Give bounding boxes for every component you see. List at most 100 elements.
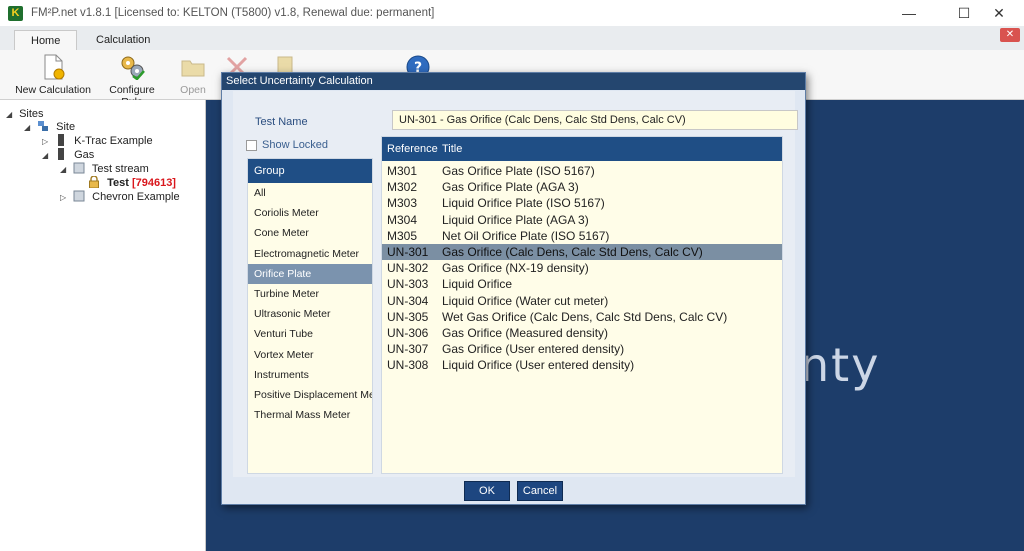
group-item[interactable]: Orifice Plate: [248, 263, 372, 284]
show-locked-option[interactable]: Show Locked: [246, 139, 328, 151]
column-reference[interactable]: Reference: [387, 137, 438, 161]
window-title: FM²P.net v1.8.1 [Licensed to: KELTON (T5…: [31, 7, 435, 19]
expand-toggle-icon[interactable]: ◢: [42, 149, 52, 163]
group-item[interactable]: Coriolis Meter: [248, 203, 372, 223]
new-calculation-button[interactable]: New Calculation: [14, 54, 92, 96]
new-calculation-label: New Calculation: [15, 84, 91, 96]
row-reference: UN-308: [387, 358, 429, 373]
table-row[interactable]: UN-301 Gas Orifice (Calc Dens, Calc Std D…: [382, 244, 782, 260]
new-document-icon: [40, 54, 66, 80]
table-row[interactable]: UN-308 Liquid Orifice (User entered densi…: [382, 357, 782, 373]
row-reference: UN-302: [387, 261, 429, 276]
table-row[interactable]: UN-302 Gas Orifice (NX-19 density): [382, 260, 782, 276]
table-row[interactable]: UN-307 Gas Orifice (User entered density): [382, 341, 782, 357]
row-reference: UN-305: [387, 309, 429, 324]
gears-icon: [119, 54, 145, 81]
table-header: Reference Title: [382, 137, 782, 161]
row-reference: UN-306: [387, 326, 429, 340]
row-reference: M301: [387, 164, 418, 178]
title-bar: K FM²P.net v1.8.1 [Licensed to: KELTON (…: [0, 0, 1024, 26]
group-header: Group: [248, 159, 372, 183]
row-reference: M305: [387, 228, 418, 243]
table-row[interactable]: M302 Gas Orifice Plate (AGA 3): [382, 179, 782, 195]
table-row[interactable]: M305 Net Oil Orifice Plate (ISO 5167): [382, 228, 782, 244]
site-tree-panel: ◢ Sites ◢ Site ▷ K-Trac Example ◢ Gas ◢ …: [0, 100, 206, 551]
tree-label-test-stream: Test stream: [91, 163, 149, 175]
expand-toggle-icon[interactable]: ◢: [60, 163, 70, 177]
cancel-button[interactable]: Cancel: [517, 481, 563, 501]
document-close-button[interactable]: ✕: [1000, 28, 1020, 42]
group-item[interactable]: Cone Meter: [248, 223, 372, 243]
tree-label-test: Test: [107, 177, 129, 189]
tree-node-gas[interactable]: ◢ Gas: [42, 148, 94, 162]
open-label: Open: [180, 84, 206, 96]
tree-node-sites[interactable]: ◢ Sites: [6, 107, 44, 121]
ribbon-tabs: Home Calculation ✕: [0, 26, 1024, 50]
meter-icon: [55, 134, 67, 146]
open-button[interactable]: Open: [176, 54, 210, 96]
row-title: Wet Gas Orifice (Calc Dens, Calc Std Den…: [442, 309, 728, 324]
group-item[interactable]: Thermal Mass Meter: [248, 405, 372, 425]
folder-icon: [180, 54, 206, 80]
group-list: Group All Coriolis Meter Cone Meter Electro…: [247, 158, 373, 474]
group-item[interactable]: Vortex Meter: [248, 345, 372, 365]
table-row[interactable]: M303 Liquid Orifice Plate (ISO 5167): [382, 195, 782, 211]
collapse-toggle-icon[interactable]: ▷: [60, 191, 70, 205]
row-title: Liquid Orifice Plate (AGA 3): [442, 212, 589, 227]
stream-icon: [73, 190, 85, 202]
row-reference: UN-307: [387, 342, 429, 357]
row-title: Liquid Orifice: [442, 277, 513, 292]
table-row[interactable]: M301 Gas Orifice Plate (ISO 5167): [382, 163, 782, 179]
show-locked-checkbox[interactable]: [246, 139, 257, 151]
group-item[interactable]: Ultrasonic Meter: [248, 304, 372, 324]
collapse-toggle-icon[interactable]: ▷: [42, 135, 52, 149]
tree-label-gas: Gas: [74, 149, 95, 161]
tab-calculation[interactable]: Calculation: [80, 30, 166, 50]
stream-icon: [73, 162, 85, 174]
test-name-label: Test Name: [255, 116, 308, 128]
ok-button[interactable]: OK: [464, 481, 510, 501]
calculation-table: Reference Title M301 Gas Orifice Plate (I…: [381, 136, 783, 474]
row-title: Liquid Orifice (User entered density): [442, 358, 635, 373]
row-reference: UN-301: [387, 245, 429, 259]
tree-node-chevron[interactable]: ▷ Chevron Example: [60, 190, 180, 204]
network-icon: [37, 120, 49, 132]
row-title: Liquid Orifice Plate (ISO 5167): [442, 196, 605, 211]
lock-icon: [88, 175, 100, 189]
group-item[interactable]: All: [248, 183, 372, 203]
expand-toggle-icon[interactable]: ◢: [24, 121, 34, 135]
row-title: Gas Orifice (NX-19 density): [442, 261, 589, 276]
tree-label-sites: Sites: [19, 108, 44, 120]
test-name-input[interactable]: [392, 110, 798, 130]
tree-label-site: Site: [56, 121, 76, 133]
group-item[interactable]: Instruments: [248, 365, 372, 385]
tab-home[interactable]: Home: [14, 30, 78, 50]
tree-node-ktrac[interactable]: ▷ K-Trac Example: [42, 134, 153, 148]
expand-toggle-icon[interactable]: ◢: [6, 108, 16, 122]
column-title[interactable]: Title: [442, 137, 462, 161]
table-row[interactable]: UN-305 Wet Gas Orifice (Calc Dens, Calc S…: [382, 309, 782, 325]
table-row[interactable]: UN-304 Liquid Orifice (Water cut meter): [382, 293, 782, 309]
background-watermark-text: nty: [800, 338, 881, 392]
row-title: Liquid Orifice (Water cut meter): [442, 293, 609, 308]
table-row[interactable]: UN-306 Gas Orifice (Measured density): [382, 325, 782, 341]
table-row[interactable]: M304 Liquid Orifice Plate (AGA 3): [382, 212, 782, 228]
row-title: Gas Orifice (Measured density): [442, 326, 609, 340]
row-reference: M303: [387, 196, 418, 211]
table-row[interactable]: UN-303 Liquid Orifice: [382, 276, 782, 292]
row-reference: UN-304: [387, 293, 429, 308]
group-item[interactable]: Turbine Meter: [248, 284, 372, 304]
minimize-button[interactable]: —: [886, 0, 932, 26]
group-item[interactable]: Positive Displacement Meter: [248, 385, 372, 405]
tree-node-test-stream[interactable]: ◢ Test stream: [60, 162, 149, 176]
close-button[interactable]: ✕: [976, 0, 1022, 26]
tree-label-ktrac: K-Trac Example: [74, 135, 153, 147]
show-locked-label: Show Locked: [262, 139, 329, 151]
tree-node-site[interactable]: ◢ Site: [24, 120, 75, 134]
group-item[interactable]: Venturi Tube: [248, 324, 372, 344]
dialog-title: Select Uncertainty Calculation: [222, 73, 805, 90]
test-id-tag: [794613]: [131, 177, 176, 189]
tree-node-test[interactable]: Test [794613]: [88, 175, 176, 190]
row-reference: UN-303: [387, 277, 429, 292]
group-item[interactable]: Electromagnetic Meter: [248, 244, 372, 264]
